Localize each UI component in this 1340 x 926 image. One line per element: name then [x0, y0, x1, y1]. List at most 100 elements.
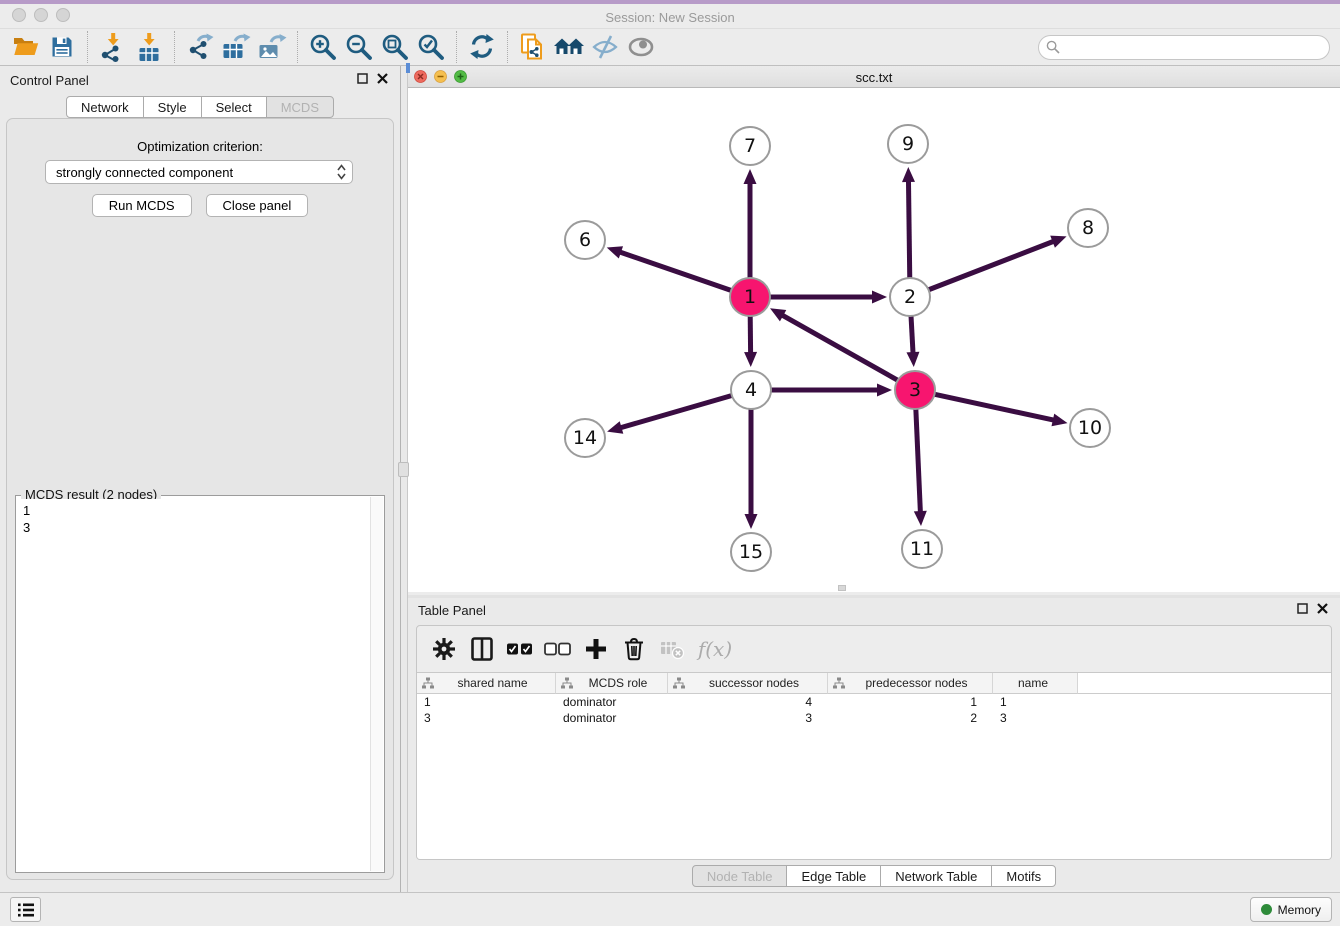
result-item[interactable]: 3	[23, 519, 370, 536]
cell-predecessor-nodes[interactable]: 2	[828, 710, 993, 726]
float-table-panel-icon[interactable]	[1297, 603, 1308, 614]
svg-text:6: 6	[579, 229, 591, 251]
cell-name[interactable]: 3	[993, 710, 1078, 726]
canvas-scroll-thumb[interactable]	[838, 585, 846, 591]
table-header-row: shared nameMCDS rolesuccessor nodesprede…	[417, 673, 1331, 694]
close-panel-button[interactable]: Close panel	[206, 194, 309, 217]
edge-4-14[interactable]	[620, 395, 733, 428]
edge-arrow-4-14	[607, 421, 623, 433]
graph-node-10[interactable]: 10	[1070, 409, 1110, 447]
delete-column-icon[interactable]	[617, 632, 651, 666]
tab-style[interactable]: Style	[143, 96, 202, 118]
result-item[interactable]: 1	[23, 502, 370, 519]
column-header-predecessor-nodes[interactable]: predecessor nodes	[828, 673, 993, 694]
cell-filler	[1078, 694, 1331, 710]
apply-layout-icon[interactable]	[464, 30, 500, 64]
save-session-icon[interactable]	[44, 30, 80, 64]
search-input[interactable]	[1065, 37, 1329, 57]
edge-2-9[interactable]	[908, 180, 909, 278]
graph-node-9[interactable]: 9	[888, 125, 928, 163]
graph-node-4[interactable]: 4	[731, 371, 771, 409]
zoom-in-icon[interactable]	[305, 30, 341, 64]
hierarchy-icon	[833, 677, 845, 689]
table-row[interactable]: 1dominator411	[417, 694, 1331, 710]
import-table-icon[interactable]	[131, 30, 167, 64]
zoom-out-icon[interactable]	[341, 30, 377, 64]
panel-splitter[interactable]	[400, 66, 408, 892]
edge-3-10[interactable]	[934, 394, 1055, 420]
table-tab-edge-table[interactable]: Edge Table	[786, 865, 881, 887]
function-builder-icon[interactable]: f(x)	[693, 632, 737, 666]
graph-node-7[interactable]: 7	[730, 127, 770, 165]
close-table-panel-icon[interactable]	[1317, 603, 1328, 614]
table-rows: 1dominator4113dominator323	[417, 694, 1331, 726]
splitter-handle[interactable]	[398, 462, 409, 477]
edge-1-6[interactable]	[619, 252, 732, 291]
show-columns-icon[interactable]	[465, 632, 499, 666]
table-tab-network-table[interactable]: Network Table	[880, 865, 992, 887]
zoom-fit-icon[interactable]	[377, 30, 413, 64]
export-image-icon[interactable]	[254, 30, 290, 64]
graph-node-11[interactable]: 11	[902, 530, 942, 568]
cell-mcds-role[interactable]: dominator	[556, 710, 668, 726]
memory-status-dot	[1261, 904, 1272, 915]
graph-node-6[interactable]: 6	[565, 221, 605, 259]
table-row[interactable]: 3dominator323	[417, 710, 1331, 726]
optimization-criterion-select[interactable]: strongly connected component	[45, 160, 353, 184]
memory-button[interactable]: Memory	[1250, 897, 1332, 922]
tab-select[interactable]: Select	[201, 96, 267, 118]
delete-table-icon[interactable]	[655, 632, 689, 666]
cell-shared-name[interactable]: 3	[417, 710, 556, 726]
graph-node-14[interactable]: 14	[565, 419, 605, 457]
graph-node-3[interactable]: 3	[895, 371, 935, 409]
cell-name[interactable]: 1	[993, 694, 1078, 710]
graph-node-15[interactable]: 15	[731, 533, 771, 571]
graph-node-8[interactable]: 8	[1068, 209, 1108, 247]
edge-3-11[interactable]	[916, 409, 921, 513]
cell-shared-name[interactable]: 1	[417, 694, 556, 710]
network-window-titlebar[interactable]: scc.txt	[408, 66, 1340, 88]
hide-selected-icon[interactable]	[587, 30, 623, 64]
show-all-icon[interactable]	[623, 30, 659, 64]
zoom-selected-icon[interactable]	[413, 30, 449, 64]
network-canvas[interactable]: 7 9 6 8 1 2 4 3 14 10 15 11	[408, 88, 1340, 592]
column-header-name[interactable]: name	[993, 673, 1078, 694]
table-tab-node-table[interactable]: Node Table	[692, 865, 788, 887]
result-scrollbar[interactable]	[370, 497, 383, 871]
float-panel-icon[interactable]	[357, 73, 368, 84]
tab-network[interactable]: Network	[66, 96, 144, 118]
main-toolbar	[0, 28, 1340, 66]
cell-filler	[1078, 710, 1331, 726]
edge-3-1[interactable]	[781, 315, 898, 381]
export-network-icon[interactable]	[182, 30, 218, 64]
tab-mcds[interactable]: MCDS	[266, 96, 334, 118]
select-all-rows-icon[interactable]	[503, 632, 537, 666]
cell-successor-nodes[interactable]: 3	[668, 710, 828, 726]
export-table-icon[interactable]	[218, 30, 254, 64]
graph-node-1[interactable]: 1	[730, 278, 770, 316]
deselect-all-rows-icon[interactable]	[541, 632, 575, 666]
column-header-successor-nodes[interactable]: successor nodes	[668, 673, 828, 694]
search-box[interactable]	[1038, 35, 1330, 60]
graph-node-2[interactable]: 2	[890, 278, 930, 316]
edge-2-8[interactable]	[928, 241, 1055, 290]
open-session-icon[interactable]	[8, 30, 44, 64]
svg-text:9: 9	[902, 133, 914, 155]
add-column-icon[interactable]	[579, 632, 613, 666]
mcds-result-list[interactable]: 13	[17, 499, 370, 871]
edge-arrow-2-9	[902, 167, 915, 182]
edge-2-3[interactable]	[911, 316, 913, 354]
import-network-icon[interactable]	[95, 30, 131, 64]
new-network-from-selection-icon[interactable]	[515, 30, 551, 64]
close-panel-icon[interactable]	[377, 73, 388, 84]
run-mcds-button[interactable]: Run MCDS	[92, 194, 192, 217]
column-header-shared-name[interactable]: shared name	[417, 673, 556, 694]
cell-successor-nodes[interactable]: 4	[668, 694, 828, 710]
first-neighbors-icon[interactable]	[551, 30, 587, 64]
cell-predecessor-nodes[interactable]: 1	[828, 694, 993, 710]
cell-mcds-role[interactable]: dominator	[556, 694, 668, 710]
column-header-mcds-role[interactable]: MCDS role	[556, 673, 668, 694]
task-history-button[interactable]	[10, 897, 41, 922]
settings-gear-icon[interactable]	[427, 632, 461, 666]
table-tab-motifs[interactable]: Motifs	[991, 865, 1056, 887]
